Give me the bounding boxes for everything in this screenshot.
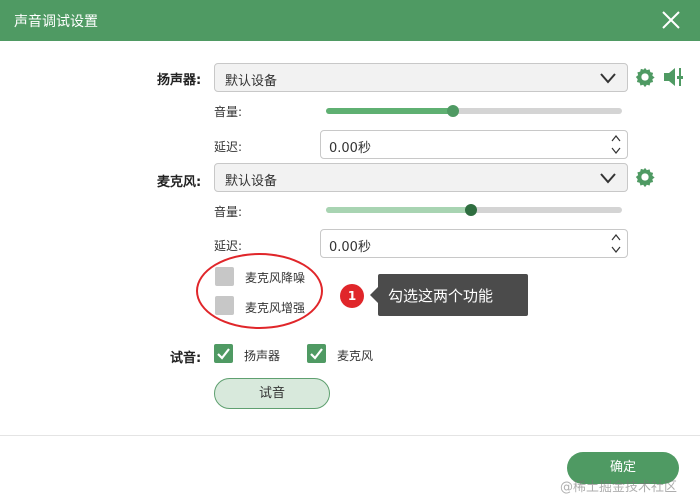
window-title: 声音调试设置	[14, 14, 98, 30]
speaker-gear-icon[interactable]	[634, 66, 656, 88]
test-mic-label: 麦克风	[337, 349, 374, 363]
spin-up-icon[interactable]	[611, 234, 621, 241]
speaker-label: 扬声器:	[157, 73, 202, 88]
microphone-delay-input[interactable]: 0.00秒	[320, 229, 628, 258]
microphone-volume-slider[interactable]	[326, 204, 622, 216]
microphone-device-select[interactable]: 默认设备	[214, 163, 628, 192]
microphone-label: 麦克风:	[157, 175, 202, 190]
microphone-volume-knob[interactable]	[465, 204, 477, 216]
spin-up-icon[interactable]	[611, 135, 621, 142]
checkmark-icon	[310, 348, 323, 360]
test-mic-checkbox[interactable]	[307, 344, 326, 363]
spin-down-icon[interactable]	[611, 246, 621, 253]
test-speaker-label: 扬声器	[244, 349, 281, 363]
annotation-ellipse	[196, 253, 323, 329]
microphone-delay-label: 延迟:	[214, 239, 243, 253]
microphone-volume-label: 音量:	[214, 205, 243, 219]
test-label: 试音:	[170, 351, 202, 366]
speaker-volume-slider[interactable]	[326, 105, 622, 117]
speaker-volume-fill	[326, 108, 453, 114]
speaker-volume-knob[interactable]	[447, 105, 459, 117]
speaker-device-select[interactable]: 默认设备	[214, 63, 628, 92]
microphone-delay-value: 0.00秒	[329, 240, 371, 255]
annotation-number-badge: 1	[340, 284, 364, 308]
title-bar: 声音调试设置	[0, 0, 700, 41]
chevron-down-icon	[600, 173, 616, 184]
annotation-tooltip: 勾选这两个功能	[370, 274, 528, 316]
speaker-delay-input[interactable]: 0.00秒	[320, 130, 628, 159]
test-sound-button[interactable]: 试音	[214, 378, 330, 409]
close-icon[interactable]	[660, 9, 682, 31]
chevron-down-icon	[600, 73, 616, 84]
checkmark-icon	[217, 348, 230, 360]
speaker-volume-label: 音量:	[214, 105, 243, 119]
footer-divider	[0, 435, 700, 436]
microphone-gear-icon[interactable]	[634, 166, 656, 188]
test-speaker-checkbox[interactable]	[214, 344, 233, 363]
microphone-device-value: 默认设备	[225, 174, 278, 189]
speaker-device-value: 默认设备	[225, 74, 278, 89]
speaker-delay-value: 0.00秒	[329, 141, 371, 156]
speaker-volume-icon[interactable]	[662, 65, 688, 89]
speaker-delay-label: 延迟:	[214, 140, 243, 154]
spin-down-icon[interactable]	[611, 147, 621, 154]
microphone-volume-fill	[326, 207, 471, 213]
watermark: @稀土掘金技术社区	[560, 480, 678, 495]
